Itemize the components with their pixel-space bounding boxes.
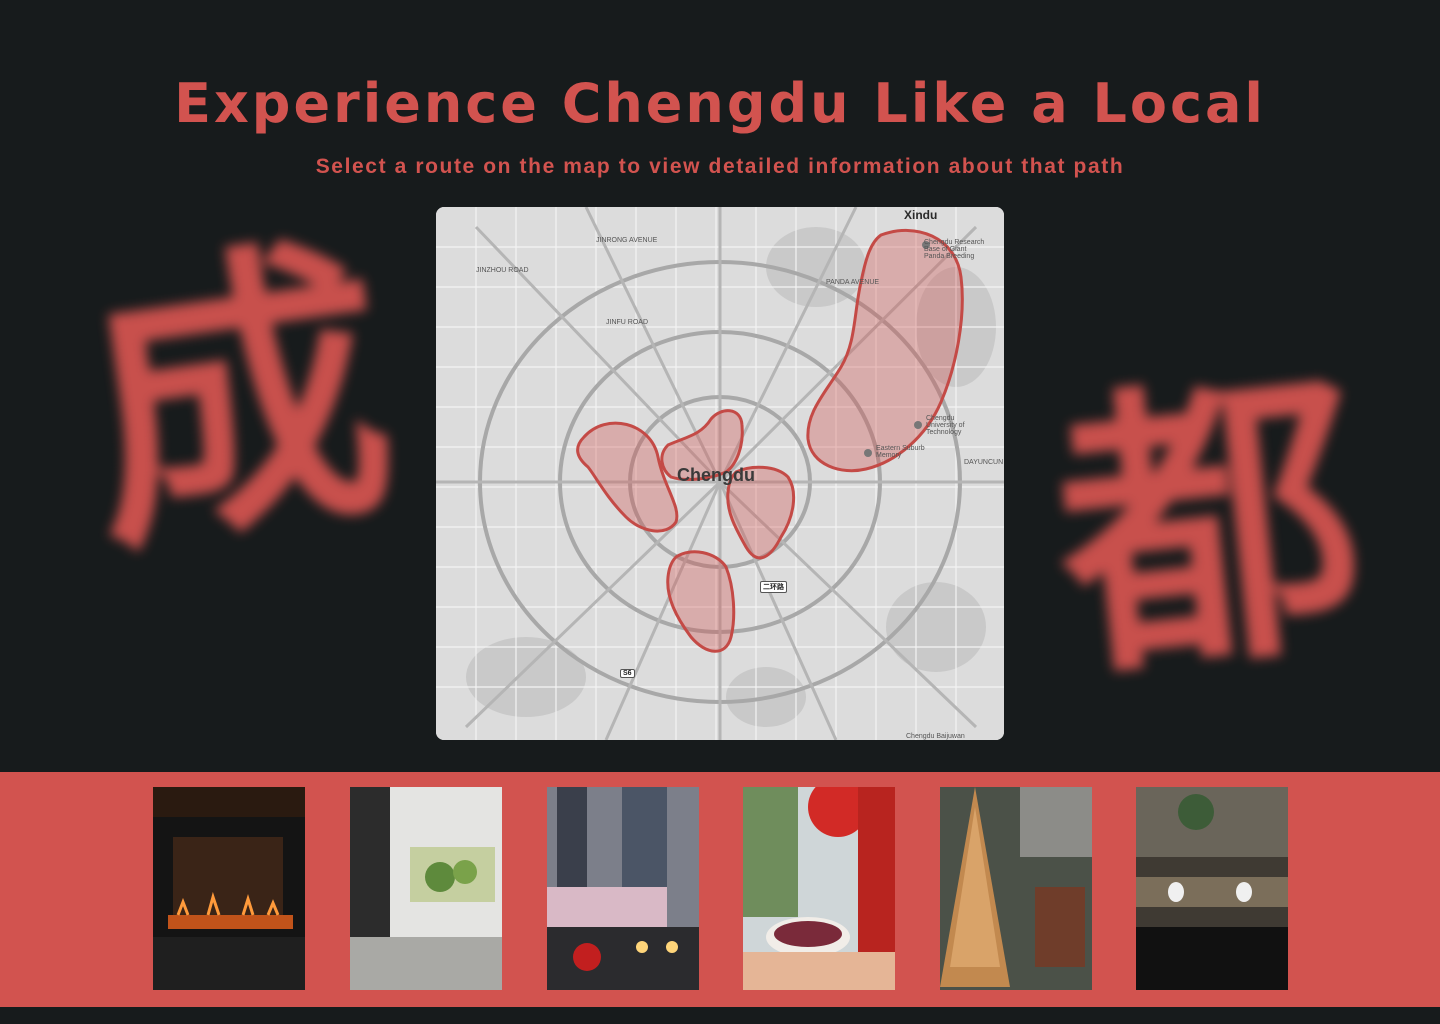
baijuwan-label: Chengdu Baijuwan (906, 733, 965, 740)
fire-icon (153, 787, 305, 990)
panda-base-label: Chengdu Research Base of Giant Panda Bre… (924, 239, 985, 260)
plant-icon (350, 787, 502, 990)
page-subtitle: Select a route on the map to view detail… (315, 155, 1125, 178)
page: 成 都 Experience Chengdu Like a Local Sele… (0, 0, 1440, 1024)
photo-gallery (0, 772, 1440, 1007)
lantern-icon (743, 787, 895, 990)
eastern-suburb-label: Eastern Suburb Memory (876, 445, 925, 459)
gallery-photo-courtyard[interactable] (350, 787, 502, 990)
gallery-photo-koi-pond[interactable] (1136, 787, 1288, 990)
gallery-photo-dessert[interactable] (743, 787, 895, 990)
s6-road-badge: S6 (620, 669, 635, 678)
dayuncun-label: DAYUNCUN (964, 459, 1004, 466)
page-title: Experience Chengdu Like a Local (174, 72, 1266, 135)
fountain-icon (1136, 787, 1288, 990)
gallery-photo-city-night[interactable] (547, 787, 699, 990)
tree-icon (940, 787, 1092, 990)
route-map[interactable]: Chengdu Xindu Chengdu Research Base of G… (436, 207, 1004, 740)
ring-road-badge: 二环路 (760, 581, 787, 593)
jinrong-avenue-label: JINRONG AVENUE (596, 237, 658, 244)
jinzhou-road-label: JINZHOU ROAD (476, 267, 529, 274)
decorative-character-du: 都 (1042, 340, 1378, 719)
university-label: Chengdu University of Technology (926, 415, 965, 436)
gallery-photo-fire-lounge[interactable] (153, 787, 305, 990)
jinfu-road-label: JINFU ROAD (606, 319, 648, 326)
panda-avenue-label: PANDA AVENUE (826, 279, 880, 286)
building-icon (547, 787, 699, 990)
decorative-character-cheng: 成 (65, 205, 411, 594)
xindu-label: Xindu (904, 208, 938, 222)
city-label: Chengdu (677, 465, 755, 485)
gallery-photo-snack-tree[interactable] (940, 787, 1092, 990)
